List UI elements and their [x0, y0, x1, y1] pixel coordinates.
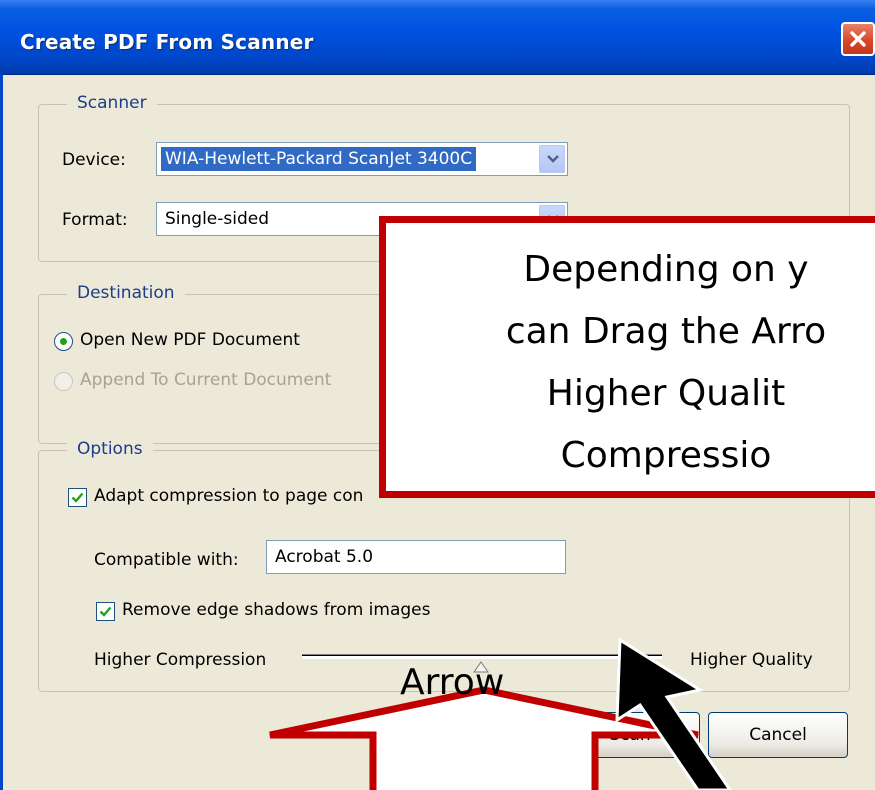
mouse-pointer-icon: [615, 637, 732, 790]
create-pdf-dialog: Create PDF From Scanner Scanner Device: …: [0, 0, 875, 790]
